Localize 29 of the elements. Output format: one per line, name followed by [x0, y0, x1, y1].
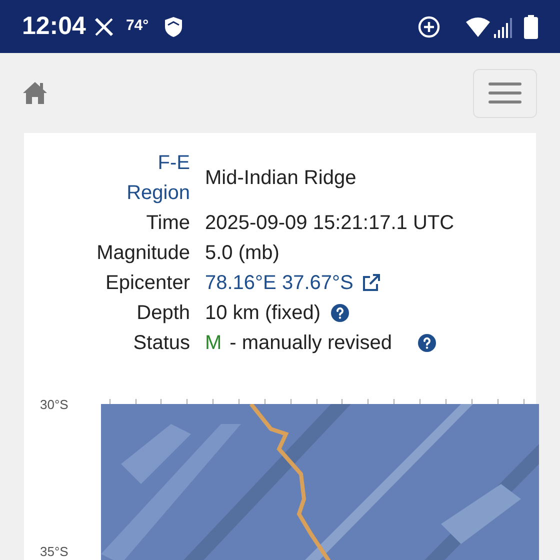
detail-label: Status	[132, 331, 190, 356]
detail-value: 5.0 (mb)	[205, 241, 280, 266]
detail-label: Epicenter	[104, 271, 190, 296]
shield-icon	[164, 16, 182, 36]
detail-label: Depth	[136, 301, 190, 326]
status-text: - manually revised	[230, 331, 392, 356]
detail-label: Time	[145, 211, 190, 236]
external-link-icon	[361, 273, 382, 293]
help-icon[interactable]	[418, 334, 436, 352]
battery-icon	[524, 14, 538, 38]
latitude-label: 35°S	[40, 543, 68, 560]
latitude-label: 30°S	[40, 396, 68, 414]
detail-value: 2025-09-09 15:21:17.1 UTC	[205, 211, 454, 236]
menu-icon	[488, 82, 522, 104]
menu-button[interactable]	[473, 68, 537, 118]
detail-label: Magnitude	[96, 241, 190, 266]
epicenter-link[interactable]: 78.16°E 37.67°S	[205, 268, 382, 298]
temperature: 74°	[126, 16, 149, 36]
add-circle-icon	[418, 16, 440, 38]
detail-value: 10 km (fixed)	[205, 301, 321, 326]
home-icon[interactable]	[23, 82, 47, 104]
status-code: M	[205, 331, 222, 356]
x-logo-icon	[94, 16, 114, 36]
signal-icon	[494, 16, 514, 38]
clock: 12:04	[22, 10, 86, 42]
help-icon[interactable]	[330, 304, 349, 322]
wifi-icon	[466, 16, 490, 36]
detail-value: Mid-Indian Ridge	[205, 166, 356, 191]
detail-label-link[interactable]: F-E Region	[96, 148, 190, 208]
